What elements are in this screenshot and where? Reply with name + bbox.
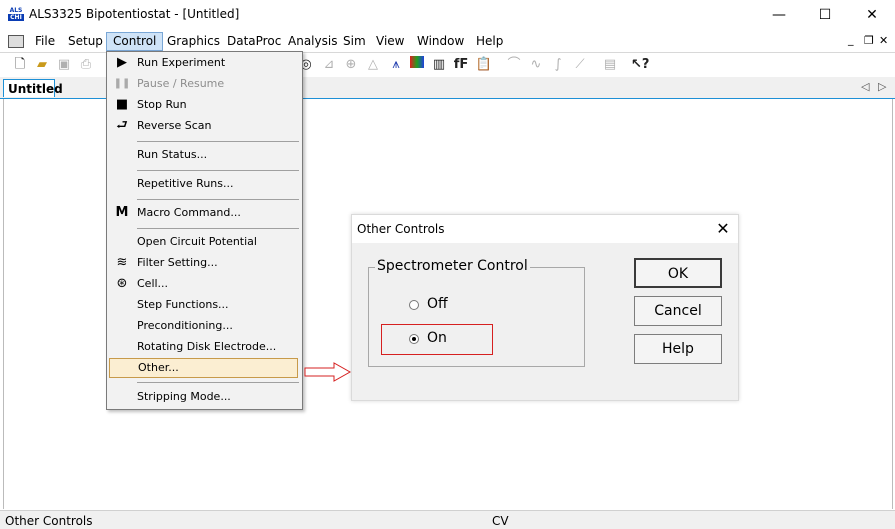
- menu-item-other[interactable]: Other...: [109, 358, 298, 378]
- menu-sim[interactable]: Sim: [337, 31, 372, 51]
- zoom-icon[interactable]: ⊕: [342, 56, 360, 74]
- stop-icon: ■: [115, 97, 129, 112]
- axis-icon[interactable]: ⊿: [320, 56, 338, 74]
- font-icon[interactable]: fF: [452, 56, 470, 74]
- status-text: Other Controls: [5, 514, 93, 528]
- menu-dataproc[interactable]: DataProc: [221, 31, 287, 51]
- close-button[interactable]: ✕: [849, 0, 895, 31]
- window-title: ALS3325 Bipotentiostat - [Untitled]: [29, 7, 240, 21]
- cancel-button[interactable]: Cancel: [634, 296, 722, 326]
- menu-item-run-status[interactable]: Run Status...: [109, 145, 298, 165]
- fit-icon[interactable]: ⟋: [571, 56, 589, 74]
- print-icon[interactable]: ⎙: [77, 56, 95, 74]
- menu-item-macro-command[interactable]: M Macro Command...: [109, 203, 298, 223]
- menu-item-preconditioning[interactable]: Preconditioning...: [109, 316, 298, 336]
- menu-separator: [137, 170, 299, 171]
- app-logo-icon: ALS CHI: [8, 7, 24, 21]
- smooth-icon[interactable]: ⌒: [505, 56, 523, 74]
- macro-icon: M: [115, 205, 129, 220]
- dialog-close-button[interactable]: ✕: [708, 215, 738, 243]
- title-bar: ALS CHI ALS3325 Bipotentiostat - [Untitle…: [0, 0, 895, 31]
- color-icon[interactable]: [408, 56, 426, 74]
- table-icon[interactable]: ▤: [601, 56, 619, 74]
- menu-graphics[interactable]: Graphics: [161, 31, 226, 51]
- menu-item-cell[interactable]: ⊛ Cell...: [109, 274, 298, 294]
- annotation-arrow-icon: [304, 362, 352, 382]
- graph-options-icon[interactable]: ▥: [430, 56, 448, 74]
- peak-search-icon[interactable]: ⩚: [387, 56, 405, 74]
- menu-separator: [137, 141, 299, 142]
- mdi-restore-button[interactable]: ❐: [864, 34, 874, 47]
- radio-button[interactable]: [409, 300, 419, 310]
- new-file-icon[interactable]: 🗋: [11, 56, 29, 74]
- dialog-title-bar: Other Controls ✕: [352, 215, 738, 243]
- tab-next-button[interactable]: ▷: [878, 80, 886, 93]
- menu-help[interactable]: Help: [470, 31, 509, 51]
- integrate-icon[interactable]: ∫: [549, 56, 567, 74]
- cell-icon: ⊛: [116, 276, 128, 291]
- menu-bar: File Setup Control Graphics DataProc Ana…: [0, 31, 895, 53]
- dialog-title: Other Controls: [357, 222, 445, 236]
- menu-item-stop-run[interactable]: ■ Stop Run: [109, 95, 298, 115]
- filter-icon: ≋: [116, 255, 128, 270]
- clipboard-icon[interactable]: 📋: [475, 56, 493, 74]
- menu-item-reverse-scan[interactable]: ⮐ Reverse Scan: [109, 116, 298, 136]
- tab-prev-button[interactable]: ◁: [861, 80, 869, 93]
- menu-item-filter-setting[interactable]: ≋ Filter Setting...: [109, 253, 298, 273]
- pause-icon: ❚❚: [113, 78, 131, 89]
- mdi-doc-icon[interactable]: [8, 35, 24, 48]
- mdi-close-button[interactable]: ✕: [879, 34, 888, 47]
- menu-item-repetitive-runs[interactable]: Repetitive Runs...: [109, 174, 298, 194]
- menu-separator: [137, 228, 299, 229]
- maximize-button[interactable]: ☐: [802, 0, 848, 31]
- peak-icon[interactable]: △: [364, 56, 382, 74]
- menu-file[interactable]: File: [29, 31, 61, 51]
- menu-item-rotating-disk-electrode[interactable]: Rotating Disk Electrode...: [109, 337, 298, 357]
- help-pointer-icon[interactable]: ↖?: [631, 56, 649, 74]
- menu-view[interactable]: View: [370, 31, 410, 51]
- menu-item-step-functions[interactable]: Step Functions...: [109, 295, 298, 315]
- derivative-icon[interactable]: ∿: [527, 56, 545, 74]
- ok-button[interactable]: OK: [634, 258, 722, 288]
- menu-item-stripping-mode[interactable]: Stripping Mode...: [109, 387, 298, 407]
- tab-untitled[interactable]: Untitled: [3, 79, 63, 97]
- status-technique: CV: [492, 514, 509, 528]
- reverse-icon: ⮐: [116, 118, 128, 133]
- radio-label-off: Off: [427, 296, 448, 312]
- menu-item-open-circuit-potential[interactable]: Open Circuit Potential: [109, 232, 298, 252]
- menu-item-run-experiment[interactable]: ▶ Run Experiment: [109, 53, 298, 73]
- menu-control[interactable]: Control: [106, 32, 164, 51]
- save-icon[interactable]: ▣: [55, 56, 73, 74]
- menu-separator: [137, 199, 299, 200]
- annotation-highlight-box: [381, 324, 493, 355]
- control-menu-dropdown: ▶ Run Experiment ❚❚ Pause / Resume ■ Sto…: [106, 51, 303, 410]
- other-controls-dialog: Other Controls ✕ Spectrometer Control Of…: [351, 214, 739, 401]
- mdi-minimize-button[interactable]: _: [848, 33, 854, 46]
- menu-window[interactable]: Window: [411, 31, 470, 51]
- menu-analysis[interactable]: Analysis: [282, 31, 343, 51]
- menu-item-pause-resume[interactable]: ❚❚ Pause / Resume: [109, 74, 298, 94]
- help-button[interactable]: Help: [634, 334, 722, 364]
- menu-setup[interactable]: Setup: [62, 31, 109, 51]
- menu-separator: [137, 382, 299, 383]
- group-title: Spectrometer Control: [375, 258, 530, 274]
- open-folder-icon[interactable]: ▰: [33, 56, 51, 74]
- minimize-button[interactable]: —: [756, 0, 802, 31]
- status-bar: Other Controls CV: [0, 510, 895, 529]
- play-icon: ▶: [117, 55, 127, 70]
